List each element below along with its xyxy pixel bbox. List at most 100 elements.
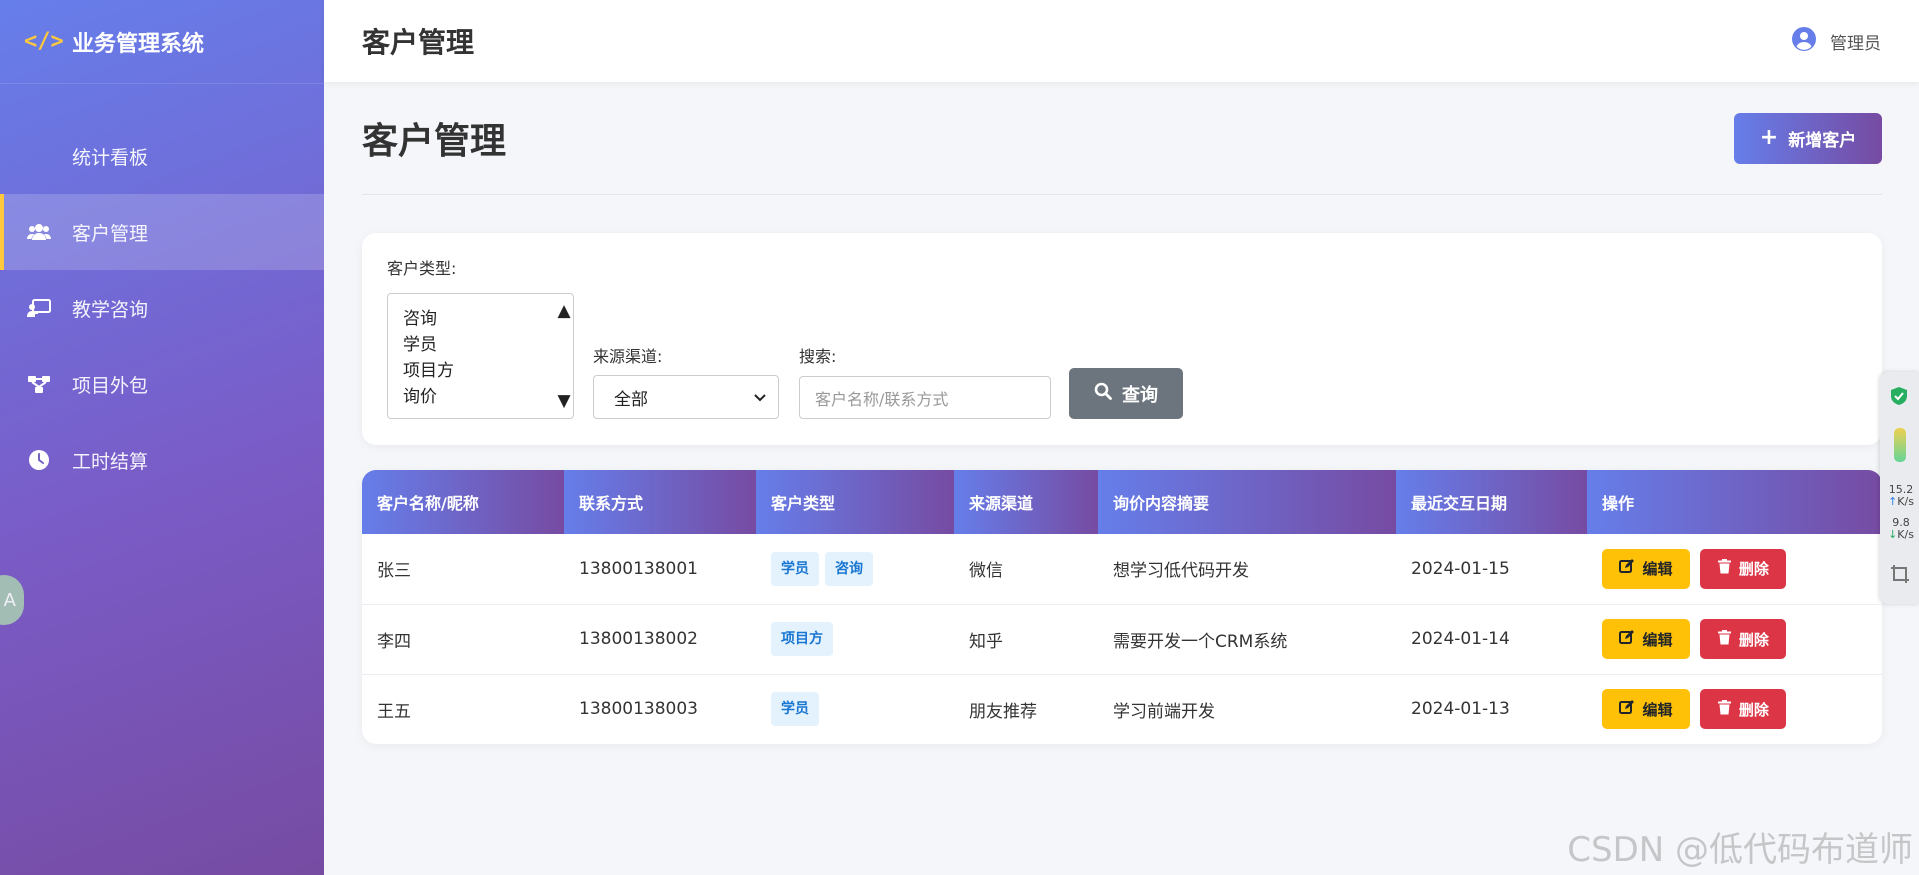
type-tag: 咨询 bbox=[825, 551, 873, 586]
search-placeholder: 客户名称/联系方式 bbox=[815, 389, 949, 409]
edit-button[interactable]: 编辑 bbox=[1602, 619, 1690, 659]
user-circle-icon bbox=[1792, 26, 1816, 56]
customer-table: 客户名称/昵称 联系方式 客户类型 来源渠道 询价内容摘要 最近交互日期 操作 … bbox=[362, 470, 1882, 744]
table-row: 王五 13800138003 学员 朋友推荐 学习前端开发 2024-01-13… bbox=[362, 673, 1882, 744]
trash-icon bbox=[1717, 559, 1731, 578]
trash-icon bbox=[1717, 629, 1731, 649]
app-title: 业务管理系统 bbox=[72, 31, 205, 57]
delete-label: 删除 bbox=[1738, 700, 1769, 719]
sidebar-item-label: 教学咨询 bbox=[72, 298, 149, 321]
edit-button[interactable]: 编辑 bbox=[1602, 548, 1690, 589]
column-header[interactable]: 客户名称/昵称 bbox=[362, 470, 564, 534]
row-actions: 编辑 删除 bbox=[1587, 673, 1882, 744]
customer-types: 项目方 bbox=[756, 603, 954, 674]
sidebar-item-teaching[interactable]: 教学咨询 bbox=[0, 270, 324, 346]
column-header[interactable]: 联系方式 bbox=[564, 470, 756, 534]
row-actions: 编辑 删除 bbox=[1587, 603, 1882, 674]
topbar-title: 客户管理 bbox=[362, 26, 475, 59]
user-menu[interactable]: 管理员 bbox=[1792, 26, 1881, 56]
type-tag: 项目方 bbox=[771, 622, 833, 656]
customer-contact: 13800138002 bbox=[564, 603, 756, 674]
customer-type-option[interactable]: 项目方 bbox=[403, 358, 573, 384]
clock-icon bbox=[26, 447, 52, 473]
sidebar-item-label: 工时结算 bbox=[72, 450, 149, 473]
chevron-down-icon bbox=[754, 387, 766, 407]
search-icon bbox=[1094, 382, 1112, 405]
customer-channel: 微信 bbox=[969, 561, 1003, 582]
customer-name: 王五 bbox=[362, 673, 564, 744]
filter-panel: 客户类型: 咨询 学员 项目方 询价 ▲ ▼ 来源渠道: 全部 搜索: 客户名称… bbox=[362, 233, 1882, 445]
edit-button[interactable]: 编辑 bbox=[1602, 689, 1690, 730]
sidebar-nav: 统计看板 客户管理 教学咨询 项目外包 工时结算 bbox=[0, 118, 324, 498]
sidebar-item-outsourcing[interactable]: 项目外包 bbox=[0, 346, 324, 422]
customer-contact: 13800138003 bbox=[564, 673, 756, 744]
delete-label: 删除 bbox=[1738, 560, 1769, 579]
topbar: 客户管理 管理员 bbox=[324, 0, 1919, 82]
delete-label: 删除 bbox=[1738, 630, 1769, 649]
customer-types: 学员 咨询 bbox=[756, 534, 954, 604]
sidebar-item-label: 统计看板 bbox=[72, 146, 149, 169]
table-row: 张三 13800138001 学员 咨询 微信 想学习低代码开发 2024-01-… bbox=[362, 534, 1882, 604]
customer-type-option[interactable]: 咨询 bbox=[403, 306, 573, 332]
dashboard-icon bbox=[26, 143, 52, 169]
sidebar: </> 业务管理系统 统计看板 客户管理 教学咨询 项目外包 工时结算 A bbox=[0, 0, 324, 875]
sidebar-item-timesheet[interactable]: 工时结算 bbox=[0, 422, 324, 498]
listbox-scrollbar[interactable]: ▲ ▼ bbox=[557, 298, 570, 414]
network-speed-widget[interactable]: 15.2 ↑K/s 9.8 ↓K/s bbox=[1880, 372, 1919, 604]
inquiry-summary: 需要开发一个CRM系统 bbox=[1098, 603, 1396, 674]
watermark: CSDN @低代码布道师 bbox=[1567, 830, 1913, 870]
source-channel-select[interactable]: 全部 bbox=[593, 375, 779, 419]
edit-icon bbox=[1619, 699, 1635, 719]
customer-channel: 朋友推荐 bbox=[954, 673, 1098, 744]
column-header[interactable]: 最近交互日期 bbox=[1396, 470, 1587, 534]
column-header[interactable]: 询价内容摘要 bbox=[1098, 470, 1396, 534]
sidebar-item-label: 客户管理 bbox=[72, 222, 149, 245]
add-customer-label: 新增客户 bbox=[1788, 130, 1857, 151]
source-channel-value: 全部 bbox=[614, 389, 648, 410]
column-header: 操作 bbox=[1587, 470, 1882, 534]
sidebar-item-customers[interactable]: 客户管理 bbox=[0, 194, 324, 270]
inquiry-summary: 学习前端开发 bbox=[1098, 673, 1396, 744]
table-header-row: 客户名称/昵称 联系方式 客户类型 来源渠道 询价内容摘要 最近交互日期 操作 bbox=[362, 470, 1882, 534]
delete-button[interactable]: 删除 bbox=[1700, 689, 1787, 730]
last-interaction-date: 2024-01-15 bbox=[1411, 558, 1510, 579]
column-header[interactable]: 来源渠道 bbox=[954, 470, 1098, 534]
row-actions: 编辑 删除 bbox=[1587, 534, 1882, 604]
upload-unit-label: K/s bbox=[1897, 495, 1914, 508]
download-arrow-icon: ↓ bbox=[1888, 528, 1898, 541]
chalkboard-teacher-icon bbox=[26, 295, 52, 321]
source-channel-label: 来源渠道: bbox=[593, 347, 663, 366]
query-button[interactable]: 查询 bbox=[1069, 368, 1183, 419]
sitemap-icon bbox=[26, 371, 52, 397]
customer-type-listbox[interactable]: 咨询 学员 项目方 询价 ▲ ▼ bbox=[387, 293, 574, 419]
delete-button[interactable]: 删除 bbox=[1700, 619, 1787, 659]
translate-float-button[interactable]: A bbox=[0, 575, 24, 625]
shield-icon bbox=[1890, 386, 1908, 410]
table-row: 李四 13800138002 项目方 知乎 需要开发一个CRM系统 2024-0… bbox=[362, 603, 1882, 674]
download-unit-label: K/s bbox=[1897, 528, 1914, 541]
column-header[interactable]: 客户类型 bbox=[756, 470, 954, 534]
type-tag: 学员 bbox=[771, 551, 819, 586]
page-title: 客户管理 bbox=[362, 121, 507, 162]
users-icon bbox=[26, 219, 52, 245]
last-interaction-date: 2024-01-14 bbox=[1396, 603, 1587, 674]
delete-button[interactable]: 删除 bbox=[1700, 548, 1787, 589]
brand: </> 业务管理系统 bbox=[0, 0, 324, 84]
customer-contact: 13800138001 bbox=[579, 558, 698, 579]
customer-type-option[interactable]: 学员 bbox=[403, 332, 573, 358]
scroll-down-icon[interactable]: ▼ bbox=[557, 388, 570, 414]
download-unit: ↓K/s bbox=[1884, 529, 1918, 541]
main-content: 客户管理 + 新增客户 客户类型: 咨询 学员 项目方 询价 ▲ ▼ 来源渠道:… bbox=[362, 82, 1882, 744]
edit-label: 编辑 bbox=[1642, 560, 1673, 579]
search-input[interactable]: 客户名称/联系方式 bbox=[799, 376, 1051, 419]
add-customer-button[interactable]: + 新增客户 bbox=[1734, 112, 1882, 164]
edit-label: 编辑 bbox=[1642, 630, 1673, 649]
customer-channel: 知乎 bbox=[954, 603, 1098, 674]
scroll-up-icon[interactable]: ▲ bbox=[557, 298, 570, 324]
customer-type-option[interactable]: 询价 bbox=[403, 384, 573, 410]
inquiry-summary: 想学习低代码开发 bbox=[1113, 561, 1249, 582]
type-tag: 学员 bbox=[771, 692, 819, 727]
customer-types: 学员 bbox=[756, 673, 954, 744]
sidebar-item-dashboard[interactable]: 统计看板 bbox=[0, 118, 324, 194]
crop-icon[interactable] bbox=[1890, 564, 1910, 588]
